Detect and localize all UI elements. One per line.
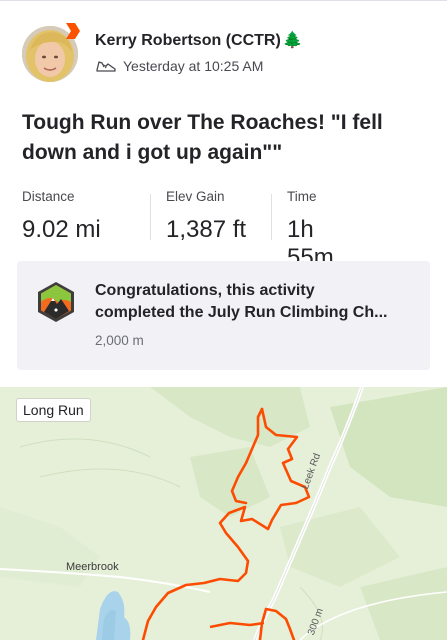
- shoe-icon: [96, 61, 116, 72]
- activity-timestamp: Yesterday at 10:25 AM: [123, 58, 264, 74]
- achievement-line-1: Congratulations, this activity: [95, 282, 315, 299]
- achievement-subtitle: 2,000 m: [95, 333, 144, 348]
- athlete-avatar-container[interactable]: [22, 23, 80, 82]
- challenge-trophy-icon: [38, 282, 74, 322]
- achievement-line-2: completed the July Run Climbing Ch...: [95, 304, 388, 321]
- tree-emoji-icon: 🌲: [282, 32, 303, 49]
- subscriber-badge-icon: [66, 23, 80, 39]
- stat-time: Time 1h 55m: [271, 188, 381, 271]
- achievement-panel[interactable]: Congratulations, this activity completed…: [17, 261, 430, 370]
- activity-title[interactable]: Tough Run over The Roaches! "I fell down…: [22, 108, 432, 168]
- stat-label: Elev Gain: [166, 189, 225, 204]
- stat-distance: Distance 9.02 mi: [22, 188, 150, 244]
- stat-value: 1,387 ft: [166, 216, 247, 243]
- map-canvas: [0, 387, 447, 640]
- map-activity-type-chip: Long Run: [16, 398, 91, 422]
- athlete-name-text[interactable]: Kerry Robertson (CCTR): [95, 32, 281, 49]
- stat-value: 9.02 mi: [22, 216, 101, 243]
- achievement-text[interactable]: Congratulations, this activity completed…: [95, 280, 421, 324]
- route-map[interactable]: Long Run Meerbrook Leek Rd 300 m: [0, 387, 447, 640]
- stats-row: Distance 9.02 mi Elev Gain 1,387 ft Time…: [22, 188, 381, 271]
- stat-label: Time: [287, 189, 317, 204]
- stat-elev-gain: Elev Gain 1,387 ft: [150, 188, 271, 244]
- athlete-name[interactable]: Kerry Robertson (CCTR) 🌲: [95, 30, 303, 50]
- activity-card[interactable]: Kerry Robertson (CCTR) 🌲 Yesterday at 10:…: [0, 0, 447, 640]
- card-divider: [0, 0, 447, 4]
- stat-label: Distance: [22, 189, 75, 204]
- activity-meta: Yesterday at 10:25 AM: [95, 58, 263, 74]
- map-place-label: Meerbrook: [66, 561, 119, 573]
